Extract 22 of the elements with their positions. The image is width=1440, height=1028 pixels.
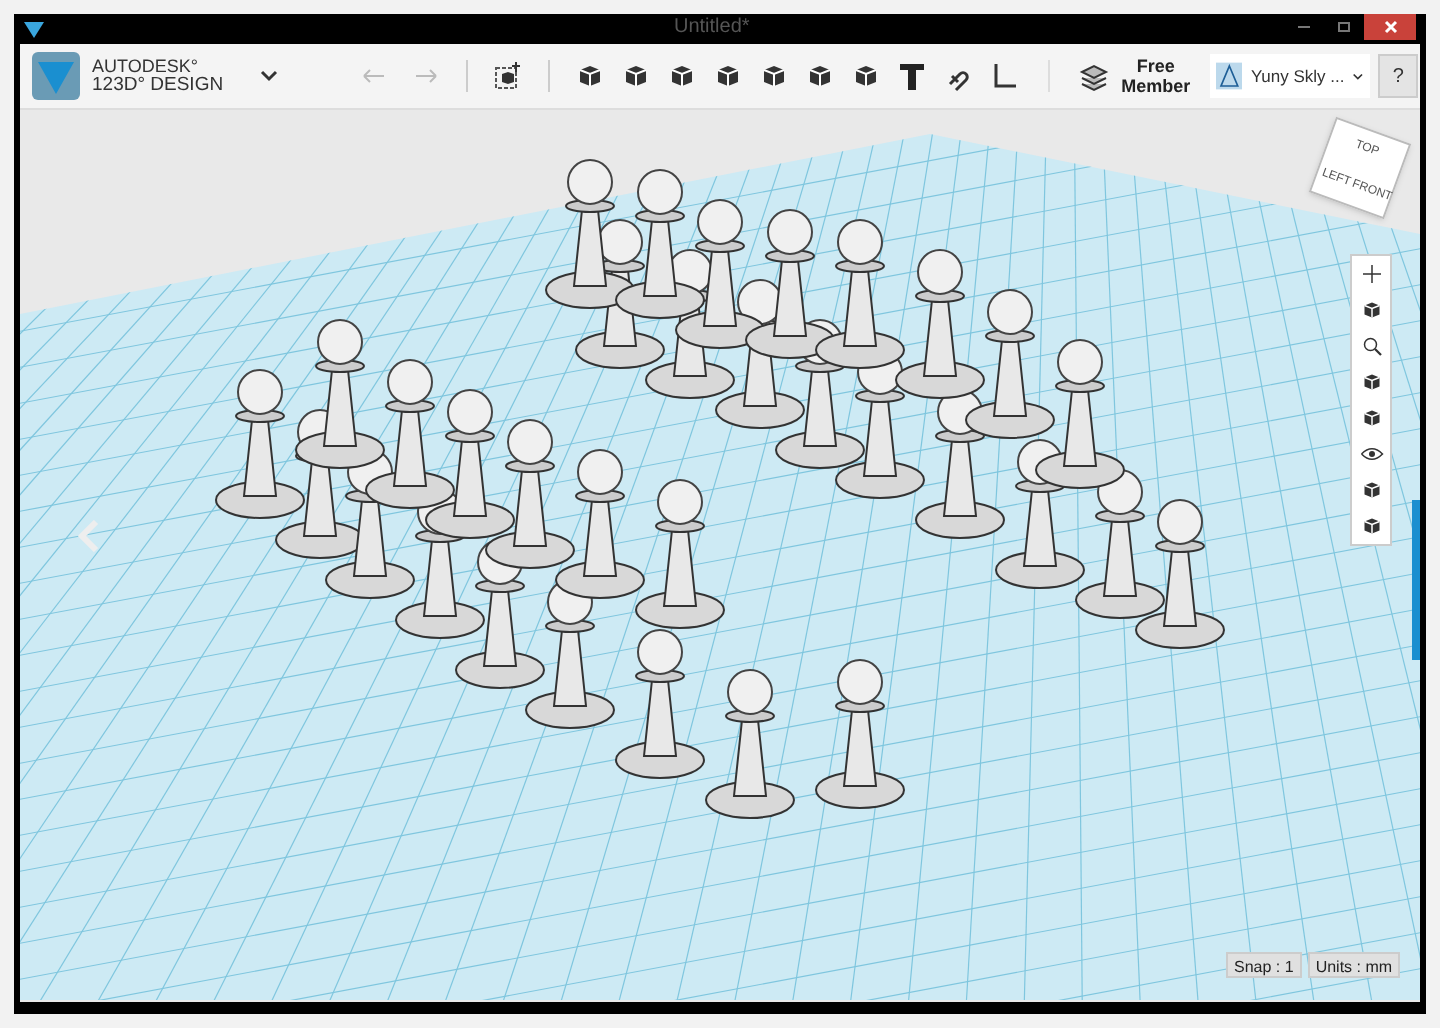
help-button[interactable]: ? bbox=[1378, 54, 1419, 98]
chevron-down-icon bbox=[1352, 71, 1365, 81]
zoom-icon[interactable] bbox=[1359, 334, 1383, 358]
product-name: 123D° DESIGN bbox=[92, 76, 224, 96]
brand-name: AUTODESK° bbox=[92, 56, 200, 76]
snap-setting[interactable]: Snap : 1 bbox=[1226, 952, 1302, 978]
app-logo-icon bbox=[24, 21, 44, 37]
import-cube-icon[interactable] bbox=[491, 60, 524, 92]
materials-stack-icon[interactable] bbox=[1077, 60, 1110, 92]
text-icon[interactable] bbox=[895, 60, 928, 92]
eye-icon[interactable] bbox=[1359, 442, 1383, 466]
chevron-down-icon[interactable] bbox=[259, 70, 278, 82]
app-logo-icon bbox=[32, 52, 80, 100]
pan-arrows-icon[interactable] bbox=[1359, 262, 1383, 286]
close-button[interactable] bbox=[1364, 14, 1416, 40]
plan-label: Member bbox=[1121, 76, 1191, 96]
account-dropdown[interactable]: Yuny Skly ... bbox=[1210, 54, 1371, 98]
close-icon bbox=[1383, 20, 1397, 34]
user-avatar-icon bbox=[1216, 60, 1243, 92]
units-setting[interactable]: Units : mm bbox=[1307, 952, 1401, 978]
plan-label: Free bbox=[1136, 56, 1175, 76]
window-title: Untitled* bbox=[674, 16, 750, 40]
